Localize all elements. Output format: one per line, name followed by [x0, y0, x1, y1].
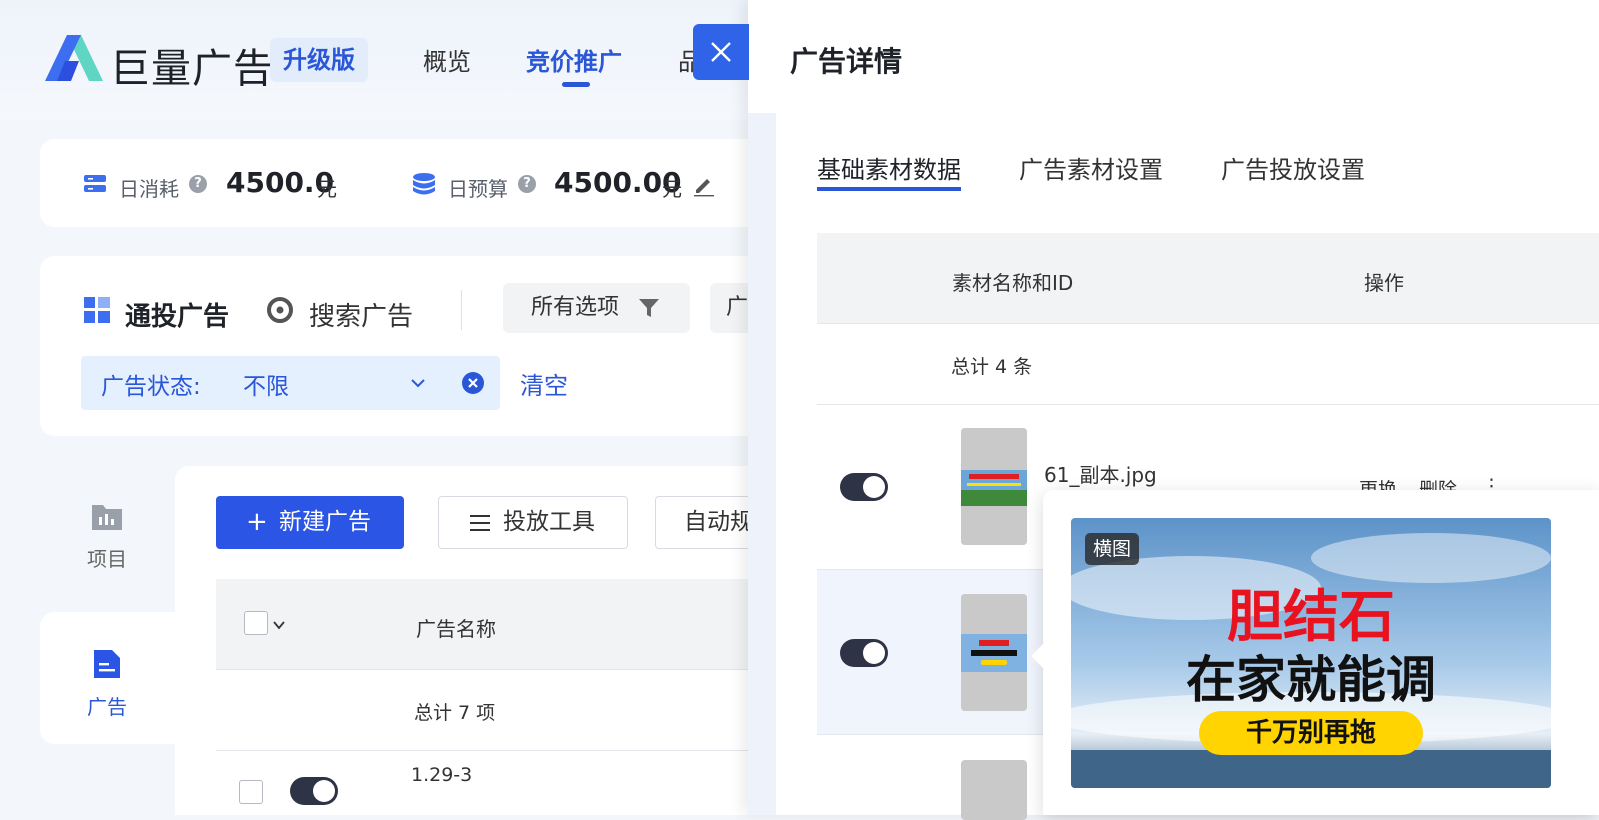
- active-tab-indicator: [817, 187, 961, 191]
- sidebar-item-ad[interactable]: 广告: [87, 691, 127, 720]
- more-filter-label: 广: [726, 295, 749, 320]
- tab-ad-material-settings[interactable]: 广告素材设置: [1019, 150, 1163, 185]
- material-thumbnail[interactable]: [961, 428, 1027, 545]
- nav-active-indicator: [562, 82, 590, 87]
- row-toggle[interactable]: [290, 777, 338, 805]
- clear-circle-icon[interactable]: [461, 371, 485, 395]
- filter-icon: [639, 299, 659, 317]
- preview-subline: 在家就能调: [1186, 651, 1436, 709]
- select-all-checkbox[interactable]: [244, 611, 268, 635]
- help-icon[interactable]: ?: [189, 175, 207, 193]
- auto-rules-label: 自动规: [684, 509, 753, 535]
- table-total: 总计 7 项: [414, 702, 496, 724]
- column-material-name-id: 素材名称和ID: [952, 271, 1074, 295]
- column-ad-name: 广告名称: [416, 617, 496, 641]
- material-total: 总计 4 条: [951, 356, 1033, 378]
- search-ad-icon: [267, 297, 293, 323]
- material-name[interactable]: 61_副本.jpg: [1044, 459, 1157, 488]
- row-checkbox[interactable]: [239, 780, 263, 804]
- delivery-tools-button[interactable]: 投放工具: [438, 496, 628, 549]
- chevron-down-icon[interactable]: [272, 618, 286, 632]
- thumbnail-image: [961, 594, 1027, 711]
- material-thumbnail[interactable]: [961, 760, 1027, 820]
- ad-doc-icon: [94, 650, 120, 678]
- material-table-header: [817, 233, 1599, 324]
- tab-search-ads[interactable]: 搜索广告: [309, 296, 413, 333]
- status-filter-label: 广告状态:: [101, 374, 201, 400]
- edit-pencil-icon[interactable]: [692, 173, 716, 197]
- brand-name: 巨量广告: [110, 46, 274, 92]
- new-ad-label: 新建广告: [279, 509, 371, 535]
- close-button[interactable]: [693, 24, 749, 80]
- tab-ad-delivery-settings[interactable]: 广告投放设置: [1221, 150, 1365, 185]
- divider: [216, 750, 776, 751]
- status-filter-select[interactable]: 广告状态: 不限: [81, 356, 500, 410]
- toggle-knob: [863, 642, 885, 664]
- daily-budget-icon: [413, 173, 435, 195]
- grid-icon: [84, 297, 110, 323]
- toggle-knob: [313, 780, 335, 802]
- help-icon[interactable]: ?: [518, 175, 536, 193]
- sidebar-item-project[interactable]: 项目: [87, 543, 127, 572]
- popover-arrow: [1031, 644, 1043, 668]
- preview-cta: 千万别再拖: [1199, 711, 1423, 755]
- material-thumbnail[interactable]: [961, 594, 1027, 711]
- project-icon: [92, 505, 122, 530]
- daily-cost-label: 日消耗: [119, 177, 179, 201]
- tab-general-ads[interactable]: 通投广告: [125, 296, 229, 333]
- ad-row-name[interactable]: 1.29-3: [411, 764, 472, 786]
- daily-budget-unit: 元: [662, 177, 682, 201]
- orientation-tag: 横图: [1085, 533, 1140, 565]
- close-icon: [711, 42, 731, 62]
- material-toggle[interactable]: [840, 639, 888, 667]
- clear-filter-link[interactable]: 清空: [520, 366, 568, 401]
- all-options-button[interactable]: 所有选项: [503, 283, 690, 333]
- material-toggle[interactable]: [840, 473, 888, 501]
- tab-basic-material-data[interactable]: 基础素材数据: [817, 150, 961, 185]
- table-total-row: [817, 323, 1599, 405]
- drawer-title: 广告详情: [790, 45, 903, 78]
- divider: [461, 290, 462, 330]
- menu-lines-icon: [470, 515, 490, 531]
- all-options-label: 所有选项: [531, 295, 620, 320]
- drawer-gutter: [748, 113, 776, 815]
- nav-bidding[interactable]: 竞价推广: [526, 42, 622, 77]
- daily-cost-icon: [84, 175, 106, 192]
- toggle-knob: [863, 476, 885, 498]
- brand-logo-icon: [45, 35, 103, 81]
- edition-badge[interactable]: 升级版: [270, 38, 368, 82]
- ad-table-header: [216, 579, 776, 670]
- nav-overview[interactable]: 概览: [423, 42, 471, 77]
- daily-cost-unit: 元: [317, 177, 337, 201]
- plus-icon: +: [246, 507, 268, 537]
- column-actions: 操作: [1364, 271, 1404, 295]
- new-ad-button[interactable]: + 新建广告: [216, 496, 404, 549]
- chevron-down-icon: [411, 379, 425, 388]
- daily-budget-label: 日预算: [448, 177, 508, 201]
- thumbnail-image: [961, 428, 1027, 545]
- status-filter-value: 不限: [243, 374, 289, 400]
- delivery-tools-label: 投放工具: [503, 509, 595, 535]
